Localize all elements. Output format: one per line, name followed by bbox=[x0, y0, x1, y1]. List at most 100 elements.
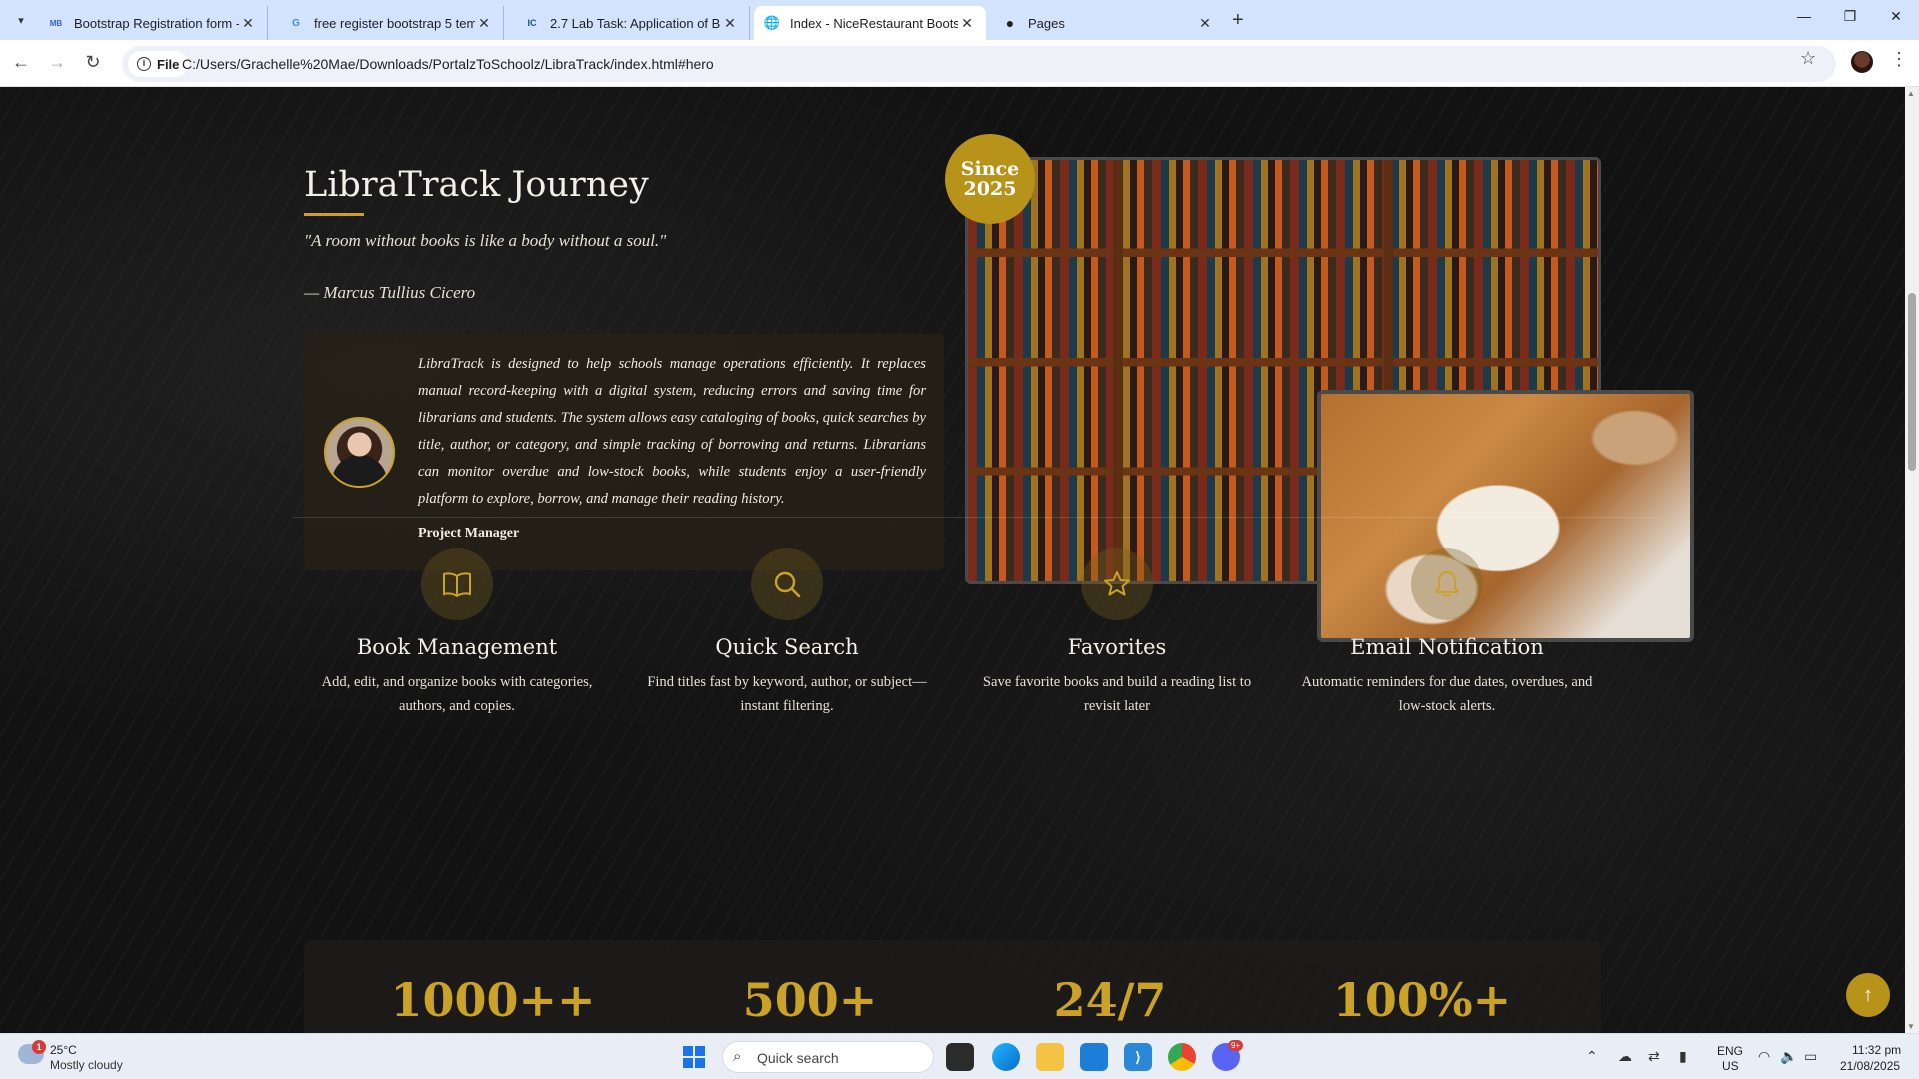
feature-name: Email Notification bbox=[1350, 635, 1544, 659]
stat-members: 500+ bbox=[742, 973, 878, 1027]
feature-book-management: Book Management Add, edit, and organize … bbox=[307, 548, 607, 718]
page-viewport: LibraTrack Journey "A room without books… bbox=[0, 87, 1905, 1033]
feature-favorites: Favorites Save favorite books and build … bbox=[967, 548, 1267, 718]
new-tab-button[interactable]: + bbox=[1232, 9, 1244, 32]
battery-icon[interactable]: ▭ bbox=[1804, 1048, 1817, 1065]
star-icon bbox=[1081, 548, 1153, 620]
testimonial-card: LibraTrack is designed to help schools m… bbox=[304, 334, 944, 570]
quote-author: — Marcus Tullius Cicero bbox=[304, 283, 476, 302]
tab-close-icon[interactable]: ✕ bbox=[958, 15, 976, 32]
chrome-icon[interactable] bbox=[1168, 1043, 1196, 1071]
back-to-top-button[interactable]: ↑ bbox=[1846, 973, 1890, 1017]
search-icon: ⌕ bbox=[733, 1048, 742, 1065]
lang-line1[interactable]: ENG bbox=[1717, 1044, 1743, 1058]
back-button[interactable]: ← bbox=[9, 52, 33, 73]
testimonial-text: LibraTrack is designed to help schools m… bbox=[418, 356, 926, 507]
store-icon[interactable] bbox=[1080, 1043, 1108, 1071]
tab-title: 2.7 Lab Task: Application of Boo bbox=[550, 15, 721, 31]
sync-icon[interactable]: ⇄ bbox=[1648, 1048, 1660, 1065]
since-badge: Since 2025 bbox=[945, 134, 1035, 224]
google-favicon-icon: G bbox=[292, 17, 300, 29]
mdb-favicon-icon: MB bbox=[49, 18, 63, 28]
stat-books: 1000++ bbox=[390, 973, 596, 1027]
feature-desc: Find titles fast by keyword, author, or … bbox=[647, 674, 927, 714]
since-badge-year: 2025 bbox=[963, 178, 1017, 200]
tab-title: Pages bbox=[1028, 15, 1065, 31]
feature-desc: Save favorite books and build a reading … bbox=[982, 674, 1252, 714]
edge-icon[interactable] bbox=[992, 1043, 1020, 1071]
scroll-down-arrow-icon[interactable]: ▼ bbox=[1907, 1022, 1915, 1031]
globe-icon: 🌐 bbox=[763, 15, 781, 30]
page-title: LibraTrack Journey bbox=[304, 165, 649, 205]
clock-date[interactable]: 21/08/2025 bbox=[1840, 1059, 1900, 1073]
site-info-chip[interactable]: i File bbox=[128, 51, 189, 77]
feature-name: Book Management bbox=[356, 635, 558, 659]
tab-bootstrap-registration[interactable]: MB Bootstrap Registration form - fr ✕ bbox=[38, 6, 268, 40]
network-icon[interactable]: ▮ bbox=[1679, 1048, 1687, 1065]
feature-quick-search: Quick Search Find titles fast by keyword… bbox=[637, 548, 937, 718]
feature-desc: Add, edit, and organize books with categ… bbox=[321, 674, 593, 714]
vscode-icon[interactable]: ⟩ bbox=[1124, 1043, 1152, 1071]
close-window-button[interactable]: ✕ bbox=[1881, 8, 1911, 25]
tab-search-dropdown-icon[interactable]: ▾ bbox=[9, 8, 33, 32]
tab-title: free register bootstrap 5 templ bbox=[314, 15, 475, 31]
tab-close-icon[interactable]: ✕ bbox=[239, 15, 257, 32]
ic-favicon-icon: IC bbox=[527, 18, 537, 28]
title-underline bbox=[304, 213, 364, 216]
info-icon: i bbox=[137, 57, 151, 71]
url-text[interactable]: C:/Users/Grachelle%20Mae/Downloads/Porta… bbox=[182, 56, 714, 72]
scroll-up-arrow-icon[interactable]: ▲ bbox=[1907, 89, 1915, 98]
feature-name: Favorites bbox=[1067, 635, 1167, 659]
forward-button[interactable]: → bbox=[45, 52, 69, 73]
stat-availability: 24/7 bbox=[1053, 973, 1167, 1027]
scrollbar-thumb[interactable] bbox=[1908, 293, 1916, 471]
clock-time[interactable]: 11:32 pm bbox=[1852, 1043, 1901, 1057]
tab-lab-task[interactable]: IC 2.7 Lab Task: Application of Boo ✕ bbox=[514, 6, 750, 40]
since-badge-label: Since bbox=[960, 158, 1020, 180]
profile-avatar[interactable] bbox=[1851, 51, 1873, 73]
page-scrollbar[interactable]: ▲ ▼ bbox=[1905, 87, 1919, 1033]
search-icon bbox=[751, 548, 823, 620]
taskbar-search[interactable]: ⌕ Quick search bbox=[722, 1041, 934, 1073]
weather-badge: 1 bbox=[32, 1040, 46, 1054]
windows-taskbar: 1 25°C Mostly cloudy ⌕ Quick search ⟩ 9+… bbox=[0, 1033, 1919, 1079]
address-bar[interactable]: i File C:/Users/Grachelle%20Mae/Download… bbox=[122, 46, 1836, 82]
discord-badge: 9+ bbox=[1228, 1040, 1244, 1051]
onedrive-icon[interactable]: ☁ bbox=[1618, 1048, 1632, 1065]
tab-close-icon[interactable]: ✕ bbox=[1196, 15, 1214, 32]
browser-toolbar: ← → ↻ i File C:/Users/Grachelle%20Mae/Do… bbox=[0, 40, 1919, 87]
tab-pages[interactable]: ● Pages ✕ bbox=[992, 6, 1224, 40]
chevron-up-icon[interactable]: ⌃ bbox=[1586, 1048, 1598, 1065]
taskbar-search-label: Quick search bbox=[757, 1050, 839, 1066]
section-divider bbox=[293, 517, 1658, 518]
book-icon bbox=[421, 548, 493, 620]
weather-desc[interactable]: Mostly cloudy bbox=[50, 1058, 123, 1072]
tab-title: Index - NiceRestaurant Bootstra bbox=[790, 15, 958, 31]
volume-icon[interactable]: 🔈 bbox=[1780, 1048, 1797, 1065]
site-chip-label: File bbox=[157, 56, 180, 72]
lang-line2[interactable]: US bbox=[1722, 1059, 1739, 1073]
wifi-icon[interactable]: ◠ bbox=[1758, 1048, 1770, 1065]
restore-button[interactable]: ❐ bbox=[1835, 8, 1865, 25]
minimize-button[interactable]: — bbox=[1789, 8, 1819, 24]
reload-button[interactable]: ↻ bbox=[81, 52, 105, 73]
start-button[interactable] bbox=[683, 1046, 705, 1068]
weather-temp[interactable]: 25°C bbox=[50, 1043, 77, 1057]
avatar bbox=[324, 417, 395, 488]
browser-tab-bar: ▾ MB Bootstrap Registration form - fr ✕ … bbox=[0, 0, 1919, 40]
folder-icon[interactable] bbox=[1036, 1043, 1064, 1071]
tab-close-icon[interactable]: ✕ bbox=[475, 15, 493, 32]
file-explorer-black-icon[interactable] bbox=[946, 1043, 974, 1071]
hero-quote: "A room without books is like a body wit… bbox=[304, 231, 667, 250]
tab-close-icon[interactable]: ✕ bbox=[721, 15, 739, 32]
feature-email-notification: Email Notification Automatic reminders f… bbox=[1297, 548, 1597, 718]
feature-desc: Automatic reminders for due dates, overd… bbox=[1301, 674, 1593, 714]
tab-title: Bootstrap Registration form - fr bbox=[74, 15, 239, 31]
menu-kebab-icon[interactable]: ⋮ bbox=[1890, 49, 1908, 70]
tab-free-register-bootstrap[interactable]: G free register bootstrap 5 templ ✕ bbox=[278, 6, 504, 40]
bell-icon bbox=[1411, 548, 1483, 620]
feature-name: Quick Search bbox=[715, 635, 859, 659]
bookmark-star-icon[interactable]: ☆ bbox=[1800, 48, 1816, 69]
tab-index-nicerestaurant[interactable]: 🌐 Index - NiceRestaurant Bootstra ✕ bbox=[754, 6, 986, 40]
stat-satisfaction: 100%+ bbox=[1332, 973, 1512, 1027]
